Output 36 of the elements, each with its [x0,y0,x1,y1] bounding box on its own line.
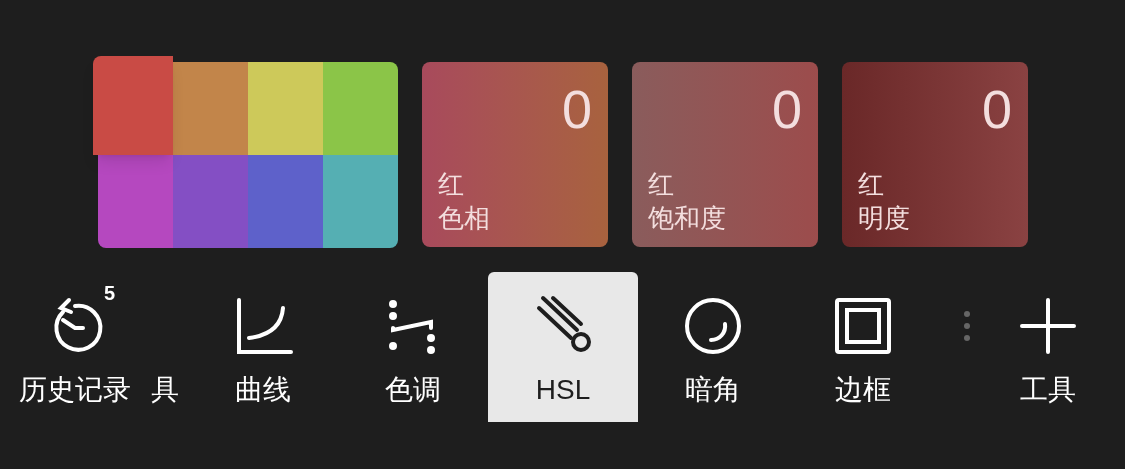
value-text: 0 [561,82,592,136]
color-swatch[interactable] [323,155,398,248]
toolbar-item[interactable]: 曲线 [188,272,338,422]
toolbar-label: 具 [151,374,179,405]
adjustment-label: 饱和度 [648,202,727,235]
color-name: 红 [438,168,465,201]
color-swatch[interactable] [323,62,398,155]
toolbar-label: 边框 [835,373,891,407]
adjustment-card[interactable]: 0 红 色相 [422,62,608,247]
color-name: 红 [648,168,675,201]
color-swatch[interactable] [98,155,173,248]
color-swatch[interactable] [93,56,173,155]
color-swatch[interactable] [173,62,248,155]
adjustment-label: 色相 [438,202,491,235]
toolbar-label: 色调 [385,373,441,407]
adjustment-label: 明度 [858,202,911,235]
value-text: 0 [981,82,1012,136]
toolbar-label: 暗角 [685,373,741,407]
toolbar-item[interactable]: HSL [488,272,638,422]
toolbar-item[interactable]: 暗角 [638,272,788,422]
color-name: 红 [858,168,885,201]
toolbar-label: 曲线 [235,373,291,407]
toolbar-label: 历史记录 [19,373,131,407]
adjustment-card[interactable]: 0 红 明度 [842,62,1028,247]
toolbar-label: HSL [535,373,591,407]
adjustment-card[interactable]: 0 红 饱和度 [632,62,818,247]
color-swatch[interactable] [248,155,323,248]
toolbar-item[interactable]: 历史记录 5 [0,272,150,422]
toolbar-label: 工具 [1020,373,1076,407]
value-text: 0 [771,82,802,136]
color-swatch[interactable] [248,62,323,155]
toolbar-item[interactable]: 工具 [998,272,1098,422]
toolbar-item[interactable]: 色调 [338,272,488,422]
color-swatch[interactable] [173,155,248,248]
toolbar-item[interactable]: 边框 [788,272,938,422]
count-label: 5 [104,281,116,306]
